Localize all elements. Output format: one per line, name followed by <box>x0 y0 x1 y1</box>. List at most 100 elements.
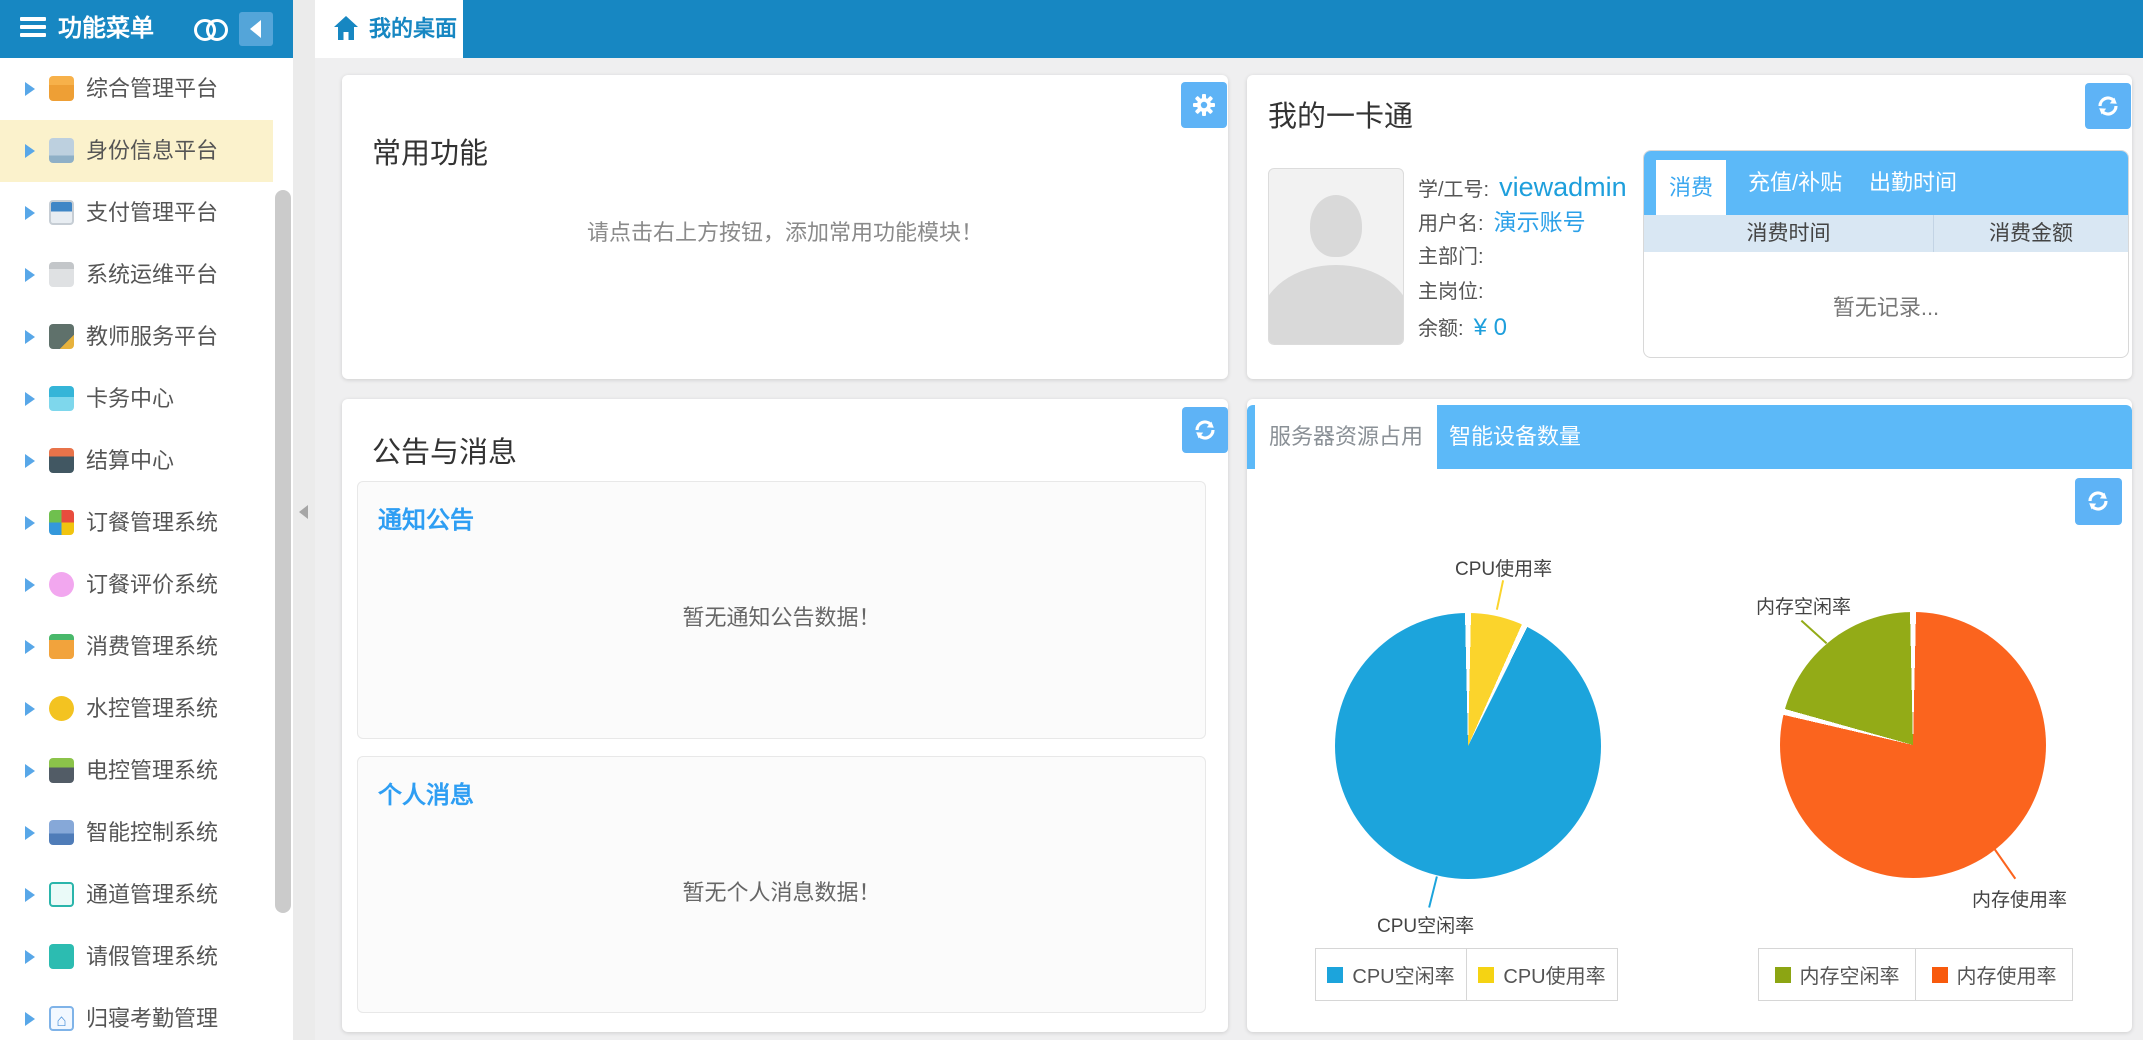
sidebar-item[interactable]: 综合管理平台 <box>0 58 273 120</box>
sidebar-header: 功能菜单 <box>0 0 293 58</box>
notice-refresh-button[interactable] <box>1182 407 1228 453</box>
sidebar-item-label: 消费管理系统 <box>86 634 219 659</box>
expand-arrow-icon[interactable] <box>25 826 35 840</box>
expand-arrow-icon[interactable] <box>25 206 35 220</box>
panel-collapse-handle-icon[interactable] <box>299 505 308 519</box>
charts-refresh-button[interactable] <box>2075 478 2122 525</box>
id-card-icon <box>49 138 74 163</box>
info-value[interactable]: 演示账号 <box>1494 209 1586 235</box>
card-tab-1[interactable]: 充值/补贴 <box>1748 151 1842 215</box>
sidebar-item[interactable]: 水控管理系统 <box>0 678 273 740</box>
expand-arrow-icon[interactable] <box>25 454 35 468</box>
sidebar-menu: 综合管理平台 身份信息平台 支付管理平台 系统运维平台 教师服务平台 卡务中心 结算中心 订餐… <box>0 58 293 1040</box>
card-records-box: 消费 充值/补贴 出勤时间 消费时间 消费金额 暂无记录... <box>1643 150 2129 358</box>
legend-label: CPU空闲率 <box>1352 966 1455 988</box>
refresh-icon <box>2088 491 2108 511</box>
cpu-used-leader-line <box>1495 580 1505 610</box>
records-empty-text: 暂无记录... <box>1832 295 1940 320</box>
sidebar-item-label: 教师服务平台 <box>86 324 219 349</box>
home-icon <box>334 16 358 40</box>
expand-arrow-icon[interactable] <box>25 268 35 282</box>
wallet-icon <box>49 200 74 225</box>
expand-arrow-icon[interactable] <box>25 330 35 344</box>
tab-smart-devices[interactable]: 智能设备数量 <box>1445 405 1585 469</box>
records-table-header: 消费时间 消费金额 <box>1644 215 2128 252</box>
card-tab-0[interactable]: 消费 <box>1656 160 1726 215</box>
sidebar-item[interactable]: 订餐管理系统 <box>0 492 273 554</box>
expand-arrow-icon[interactable] <box>25 888 35 902</box>
legend-item[interactable]: 内存使用率 <box>1915 949 2072 1000</box>
expand-arrow-icon[interactable] <box>25 144 35 158</box>
sidebar-item[interactable]: 卡务中心 <box>0 368 273 430</box>
refresh-icon <box>1195 420 1215 440</box>
expand-arrow-icon[interactable] <box>25 702 35 716</box>
sidebar-item[interactable]: 教师服务平台 <box>0 306 273 368</box>
sidebar-item[interactable]: 通道管理系统 <box>0 864 273 926</box>
sidebar: 功能菜单 综合管理平台 身份信息平台 支付管理平台系统运维平台 教师服务平台卡务中心结… <box>0 0 293 1040</box>
card-refresh-button[interactable] <box>2085 83 2131 129</box>
sidebar-item-label: 电控管理系统 <box>86 758 219 783</box>
notice-section-title: 个人消息 <box>378 782 474 809</box>
expand-arrow-icon[interactable] <box>25 1012 35 1026</box>
sidebar-item[interactable]: 订餐评价系统 <box>0 554 273 616</box>
info-value: viewadmin <box>1499 172 1627 202</box>
power-control-icon <box>49 758 74 783</box>
add-module-button[interactable] <box>1181 82 1227 128</box>
sidebar-item[interactable]: ⌂ 归寝考勤管理 <box>0 988 273 1040</box>
user-info-row: 主部门: <box>1418 240 1648 275</box>
memory-idle-label: 内存空闲率 <box>1756 597 1852 618</box>
sidebar-item-label: 系统运维平台 <box>86 262 219 287</box>
card-tab-2[interactable]: 出勤时间 <box>1869 151 1957 215</box>
info-label: 主岗位: <box>1418 281 1484 303</box>
memory-pie-chart[interactable] <box>1780 612 2046 878</box>
expand-arrow-icon[interactable] <box>25 764 35 778</box>
menu-list-icon[interactable] <box>20 17 46 41</box>
charts-tab-bar: 服务器资源占用 智能设备数量 <box>1247 405 2132 469</box>
sidebar-item[interactable]: 电控管理系统 <box>0 740 273 802</box>
meal-order-icon <box>49 510 74 535</box>
legend-label: CPU使用率 <box>1503 966 1606 988</box>
expand-arrow-icon[interactable] <box>25 640 35 654</box>
sidebar-item-label: 请假管理系统 <box>86 944 219 969</box>
sidebar-item-label: 水控管理系统 <box>86 696 219 721</box>
sidebar-collapse-button[interactable] <box>239 12 273 46</box>
sidebar-item[interactable]: 结算中心 <box>0 430 273 492</box>
legend-item[interactable]: 内存空闲率 <box>1759 949 1915 1000</box>
legend-item[interactable]: CPU空闲率 <box>1316 949 1466 1000</box>
tab-server-resources[interactable]: 服务器资源占用 <box>1255 405 1437 469</box>
cpu-legend: CPU空闲率 CPU使用率 <box>1315 948 1618 1001</box>
legend-label: 内存使用率 <box>1956 966 2057 988</box>
table-header-cell: 消费金额 <box>1933 215 2128 252</box>
memory-idle-leader-line <box>1800 619 1828 645</box>
expand-arrow-icon[interactable] <box>25 392 35 406</box>
calculator-icon <box>49 448 74 473</box>
sidebar-scrollbar-thumb[interactable] <box>275 190 291 913</box>
info-label: 学/工号: <box>1418 179 1490 201</box>
expand-arrow-icon[interactable] <box>25 516 35 530</box>
toggle-icon[interactable] <box>194 19 236 41</box>
info-label: 主部门: <box>1418 246 1484 268</box>
cpu-pie-chart[interactable] <box>1335 613 1601 879</box>
info-label: 用户名: <box>1418 213 1484 235</box>
sidebar-item[interactable]: 请假管理系统 <box>0 926 273 988</box>
tab-my-desktop[interactable]: 我的桌面 <box>315 0 463 58</box>
expand-arrow-icon[interactable] <box>25 578 35 592</box>
legend-swatch-icon <box>1931 966 1948 983</box>
sidebar-item[interactable]: 身份信息平台 <box>0 120 273 182</box>
user-info-row: 余额: ¥ 0 <box>1418 310 1648 345</box>
top-tab-bar: 我的桌面 <box>315 0 2143 58</box>
sidebar-item[interactable]: 系统运维平台 <box>0 244 273 306</box>
legend-item[interactable]: CPU使用率 <box>1466 949 1617 1000</box>
legend-swatch-icon <box>1327 966 1344 983</box>
quick-functions-empty-text: 请点击右上方按钮，添加常用功能模块！ <box>586 220 983 245</box>
expand-arrow-icon[interactable] <box>25 950 35 964</box>
cpu-used-label: CPU使用率 <box>1455 559 1553 580</box>
sidebar-divider <box>293 0 315 1040</box>
sidebar-item[interactable]: 消费管理系统 <box>0 616 273 678</box>
user-info: 学/工号: viewadmin 用户名: 演示账号 主部门: 主岗位: 余额: ¥ 0 <box>1418 170 1648 345</box>
expand-arrow-icon[interactable] <box>25 82 35 96</box>
sidebar-item[interactable]: 支付管理平台 <box>0 182 273 244</box>
sidebar-item[interactable]: 智能控制系统 <box>0 802 273 864</box>
notice-panel-title: 公告与消息 <box>372 437 518 469</box>
user-info-row: 学/工号: viewadmin <box>1418 170 1648 205</box>
